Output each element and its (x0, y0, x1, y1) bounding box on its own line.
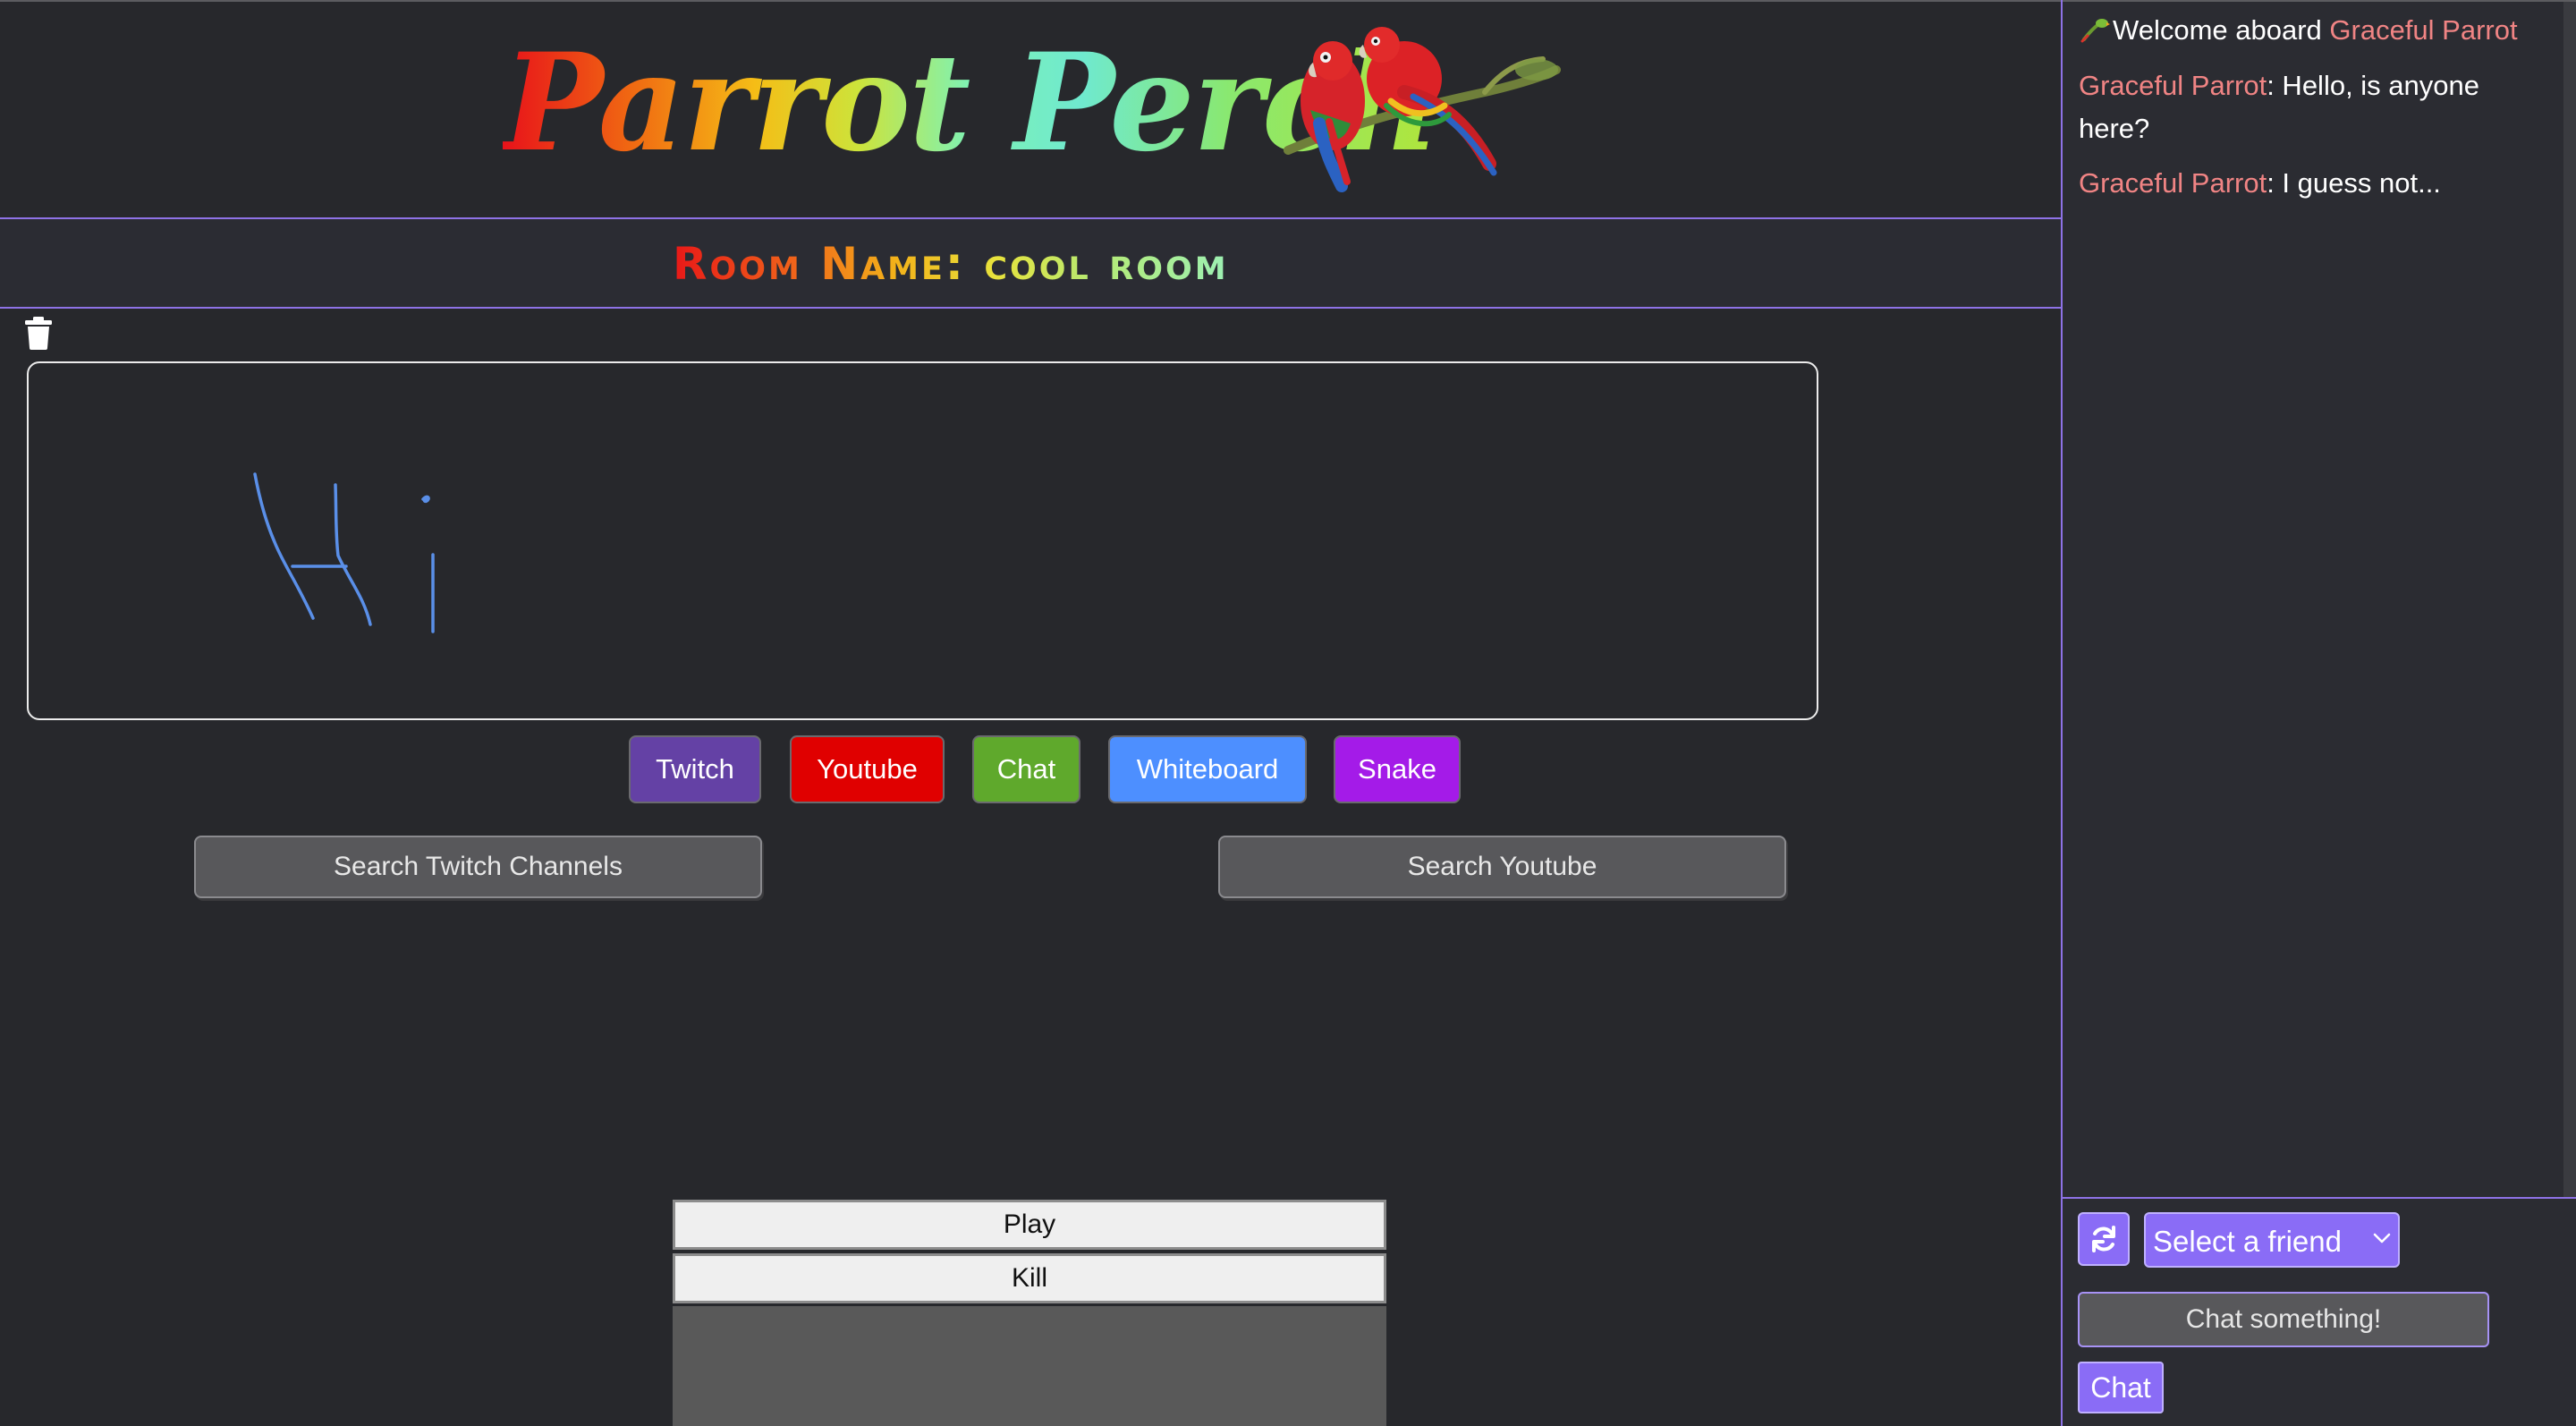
chat-message-user: Graceful Parrot (2079, 70, 2267, 101)
chat-panel: Welcome aboard Graceful Parrot Graceful … (2061, 0, 2576, 1426)
drawing-stroke (421, 495, 430, 504)
parrot-emoji-icon (2080, 19, 2110, 43)
search-youtube-button[interactable]: Search Youtube (1218, 836, 1786, 898)
tab-youtube[interactable]: Youtube (790, 735, 945, 803)
main-area: Parrot Perch Room Name: cool room Twitch… (0, 0, 2061, 1426)
chat-send-button[interactable]: Chat (2078, 1362, 2164, 1413)
tab-bar: Twitch Youtube Chat Whiteboard Snake (0, 735, 2061, 807)
chat-message-user: Graceful Parrot (2079, 167, 2267, 199)
whiteboard-drawing (253, 472, 435, 633)
chevron-down-icon (2373, 1233, 2391, 1244)
chat-message: Graceful Parrot: Hello, is anyone here? (2079, 64, 2553, 150)
friend-select-value: Select a friend (2153, 1225, 2342, 1258)
tab-chat[interactable]: Chat (972, 735, 1080, 803)
tab-twitch[interactable]: Twitch (629, 735, 761, 803)
snake-play-button[interactable]: Play (673, 1200, 1386, 1250)
tab-whiteboard[interactable]: Whiteboard (1108, 735, 1307, 803)
drawing-stroke (334, 483, 372, 626)
search-twitch-button[interactable]: Search Twitch Channels (194, 836, 762, 898)
chat-log: Welcome aboard Graceful Parrot Graceful … (2063, 0, 2576, 1199)
room-bar: Room Name: cool room (0, 217, 2061, 309)
parrots-on-branch-logo (1284, 27, 1561, 192)
drawing-stroke (253, 472, 315, 620)
header: Parrot Perch (0, 2, 2061, 217)
app-root: Parrot Perch Room Name: cool room Twitch… (0, 0, 2576, 1426)
chat-message: Graceful Parrot: I guess not... (2079, 162, 2553, 205)
friend-select[interactable]: Select a friend (2144, 1212, 2400, 1268)
chat-message-text: : I guess not... (2267, 167, 2441, 199)
welcome-message: Welcome aboard Graceful Parrot (2080, 9, 2568, 52)
welcome-username: Graceful Parrot (2329, 14, 2518, 46)
snake-game-canvas[interactable] (673, 1306, 1386, 1426)
tab-snake[interactable]: Snake (1334, 735, 1461, 803)
room-name-value: cool room (984, 238, 1229, 290)
chat-scrollbar[interactable] (2563, 2, 2576, 1199)
chat-controls: Select a friend Chat something! Chat (2063, 1197, 2576, 1426)
room-name: Room Name: cool room (673, 237, 1229, 291)
refresh-icon (2092, 1226, 2115, 1252)
chat-message-input[interactable]: Chat something! (2078, 1292, 2489, 1347)
refresh-friends-button[interactable] (2078, 1212, 2130, 1266)
welcome-text: Welcome aboard (2113, 14, 2322, 46)
trash-icon-glyph (25, 317, 52, 350)
room-name-label: Room Name: (673, 238, 966, 290)
snake-kill-button[interactable]: Kill (673, 1253, 1386, 1303)
trash-icon[interactable] (23, 315, 54, 351)
whiteboard-canvas[interactable] (27, 361, 1818, 720)
